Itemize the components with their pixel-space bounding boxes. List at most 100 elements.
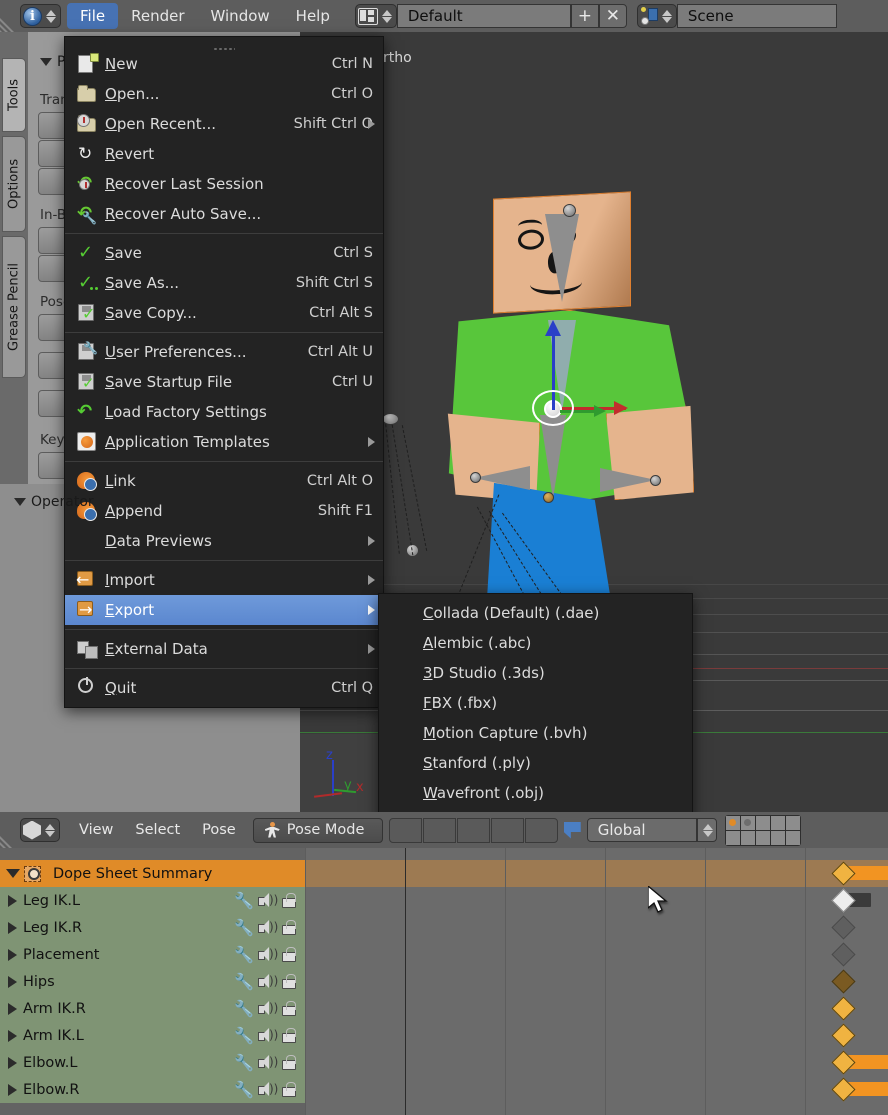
file-menu-item-load-factory-settings[interactable]: ↶Load Factory Settings <box>65 397 383 427</box>
scene-selector[interactable] <box>637 4 677 28</box>
layer-cell[interactable] <box>741 816 755 830</box>
dope-sheet-channel-list[interactable]: Dope Sheet SummaryLeg IK.L🔧))Leg IK.R🔧))… <box>0 848 305 1115</box>
layer-cell[interactable] <box>786 816 800 830</box>
menu-file[interactable]: File <box>67 3 118 29</box>
file-menu-item-recover-last-session[interactable]: ↶Recover Last Session <box>65 169 383 199</box>
add-screen-button[interactable]: + <box>571 4 599 28</box>
pivot-icon[interactable] <box>564 822 581 839</box>
tab-options[interactable]: Options <box>2 136 26 232</box>
file-menu-item-revert[interactable]: ↻Revert <box>65 139 383 169</box>
file-menu-item-recover-auto-save[interactable]: ↶🔧Recover Auto Save... <box>65 199 383 229</box>
export-item-collada-default-dae[interactable]: Collada (Default) (.dae) <box>379 598 692 628</box>
keyframe-row[interactable] <box>305 1022 888 1049</box>
speaker-icon[interactable]: )) <box>258 893 274 908</box>
editor-type-selector[interactable]: i <box>20 4 61 28</box>
triangle-right-icon[interactable] <box>8 1057 17 1069</box>
layer-cell[interactable] <box>771 831 785 845</box>
export-item-fbx-fbx[interactable]: FBX (.fbx) <box>379 688 692 718</box>
channel-row[interactable]: Elbow.L🔧)) <box>0 1049 305 1076</box>
channel-row[interactable]: Placement🔧)) <box>0 941 305 968</box>
export-item-motion-capture-bvh[interactable]: Motion Capture (.bvh) <box>379 718 692 748</box>
bone-joint-hip[interactable] <box>543 492 554 503</box>
viewport-shading-solid[interactable] <box>389 818 422 843</box>
triangle-right-icon[interactable] <box>8 949 17 961</box>
interaction-mode-selector[interactable]: Pose Mode <box>253 818 383 843</box>
file-menu-item-import[interactable]: ←Import <box>65 565 383 595</box>
dope-summary-row[interactable]: Dope Sheet Summary <box>0 860 305 887</box>
keyframe-row[interactable] <box>305 914 888 941</box>
menu-help[interactable]: Help <box>283 3 343 29</box>
scene-name[interactable]: Scene <box>677 4 837 28</box>
speaker-icon[interactable]: )) <box>258 1028 274 1043</box>
unlock-icon[interactable] <box>281 974 295 989</box>
unlock-icon[interactable] <box>281 893 295 908</box>
file-menu-item-user-preferences[interactable]: 🔧User Preferences...Ctrl Alt U <box>65 337 383 367</box>
layer-cell[interactable] <box>726 831 740 845</box>
menu-render[interactable]: Render <box>118 3 197 29</box>
unlock-icon[interactable] <box>281 1001 295 1016</box>
bone-joint-arm-r[interactable] <box>650 475 661 486</box>
file-menu-item-link[interactable]: LinkCtrl Alt O <box>65 466 383 496</box>
export-item-stanford-ply[interactable]: Stanford (.ply) <box>379 748 692 778</box>
export-item-alembic-abc[interactable]: Alembic (.abc) <box>379 628 692 658</box>
transform-orientation[interactable]: Global <box>587 818 697 842</box>
keyframe-row[interactable] <box>305 1049 888 1076</box>
triangle-right-icon[interactable] <box>8 922 17 934</box>
speaker-icon[interactable]: )) <box>258 920 274 935</box>
triangle-right-icon[interactable] <box>8 1003 17 1015</box>
layer-cell[interactable] <box>756 831 770 845</box>
export-item-3d-studio-3ds[interactable]: 3D Studio (.3ds) <box>379 658 692 688</box>
file-menu-item-save-as[interactable]: ✓Save As...Shift Ctrl S <box>65 268 383 298</box>
channel-row[interactable]: Leg IK.R🔧)) <box>0 914 305 941</box>
wrench-icon[interactable]: 🔧 <box>234 1082 251 1098</box>
dope-sheet-editor[interactable]: Dope Sheet SummaryLeg IK.L🔧))Leg IK.R🔧))… <box>0 848 888 1115</box>
keyframe-row[interactable] <box>305 968 888 995</box>
chevron-updown-icon[interactable] <box>43 824 57 837</box>
layer-cell[interactable] <box>771 816 785 830</box>
bone-joint-arm-l[interactable] <box>470 472 481 483</box>
file-menu-item-external-data[interactable]: External Data <box>65 634 383 664</box>
area-corner-widget[interactable] <box>0 0 16 32</box>
channel-row[interactable]: Hips🔧)) <box>0 968 305 995</box>
file-menu-item-open[interactable]: Open...Ctrl O <box>65 79 383 109</box>
wrench-icon[interactable]: 🔧 <box>234 1055 251 1071</box>
screen-layout-selector[interactable] <box>355 4 397 28</box>
wrench-icon[interactable]: 🔧 <box>234 947 251 963</box>
layer-cell[interactable] <box>726 816 740 830</box>
viewport-menu-view[interactable]: View <box>68 818 124 842</box>
file-menu-item-application-templates[interactable]: Application Templates <box>65 427 383 457</box>
keyframe-row[interactable] <box>305 941 888 968</box>
menu-window[interactable]: Window <box>198 3 283 29</box>
panel-header-operator-2[interactable]: Operator <box>14 494 94 510</box>
channel-row[interactable]: Leg IK.L🔧)) <box>0 887 305 914</box>
keyframe-row[interactable] <box>305 995 888 1022</box>
keyframe-row[interactable] <box>305 1076 888 1103</box>
speaker-icon[interactable]: )) <box>258 974 274 989</box>
file-menu-item-open-recent[interactable]: Open Recent...Shift Ctrl O <box>65 109 383 139</box>
file-menu-item-append[interactable]: AppendShift F1 <box>65 496 383 526</box>
snap-toggle[interactable] <box>525 818 558 843</box>
speaker-icon[interactable]: )) <box>258 1055 274 1070</box>
rotation-manipulator-ring[interactable] <box>532 390 574 426</box>
file-menu-item-save[interactable]: ✓SaveCtrl S <box>65 238 383 268</box>
wrench-icon[interactable]: 🔧 <box>234 974 251 990</box>
area-corner-widget-2[interactable] <box>0 816 16 848</box>
triangle-right-icon[interactable] <box>8 976 17 988</box>
ik-target-a[interactable] <box>382 413 399 425</box>
file-dropdown-menu[interactable]: NewCtrl NOpen...Ctrl OOpen Recent...Shif… <box>64 36 384 708</box>
unlock-icon[interactable] <box>281 1055 295 1070</box>
triangle-right-icon[interactable] <box>8 1030 17 1042</box>
layer-cell[interactable] <box>756 816 770 830</box>
file-menu-item-quit[interactable]: QuitCtrl Q <box>65 673 383 703</box>
transform-orientation-chevron[interactable] <box>697 818 717 842</box>
wrench-icon[interactable]: 🔧 <box>234 1001 251 1017</box>
viewport-menu-pose[interactable]: Pose <box>191 818 247 842</box>
wrench-icon[interactable]: 🔧 <box>234 920 251 936</box>
chevron-updown-icon[interactable] <box>44 10 58 23</box>
unlock-icon[interactable] <box>281 920 295 935</box>
viewport-shading-rendered[interactable] <box>457 818 490 843</box>
scene-layers-grid[interactable] <box>725 815 801 846</box>
wrench-icon[interactable]: 🔧 <box>234 893 251 909</box>
delete-screen-button[interactable]: ✕ <box>599 4 627 28</box>
speaker-icon[interactable]: )) <box>258 947 274 962</box>
